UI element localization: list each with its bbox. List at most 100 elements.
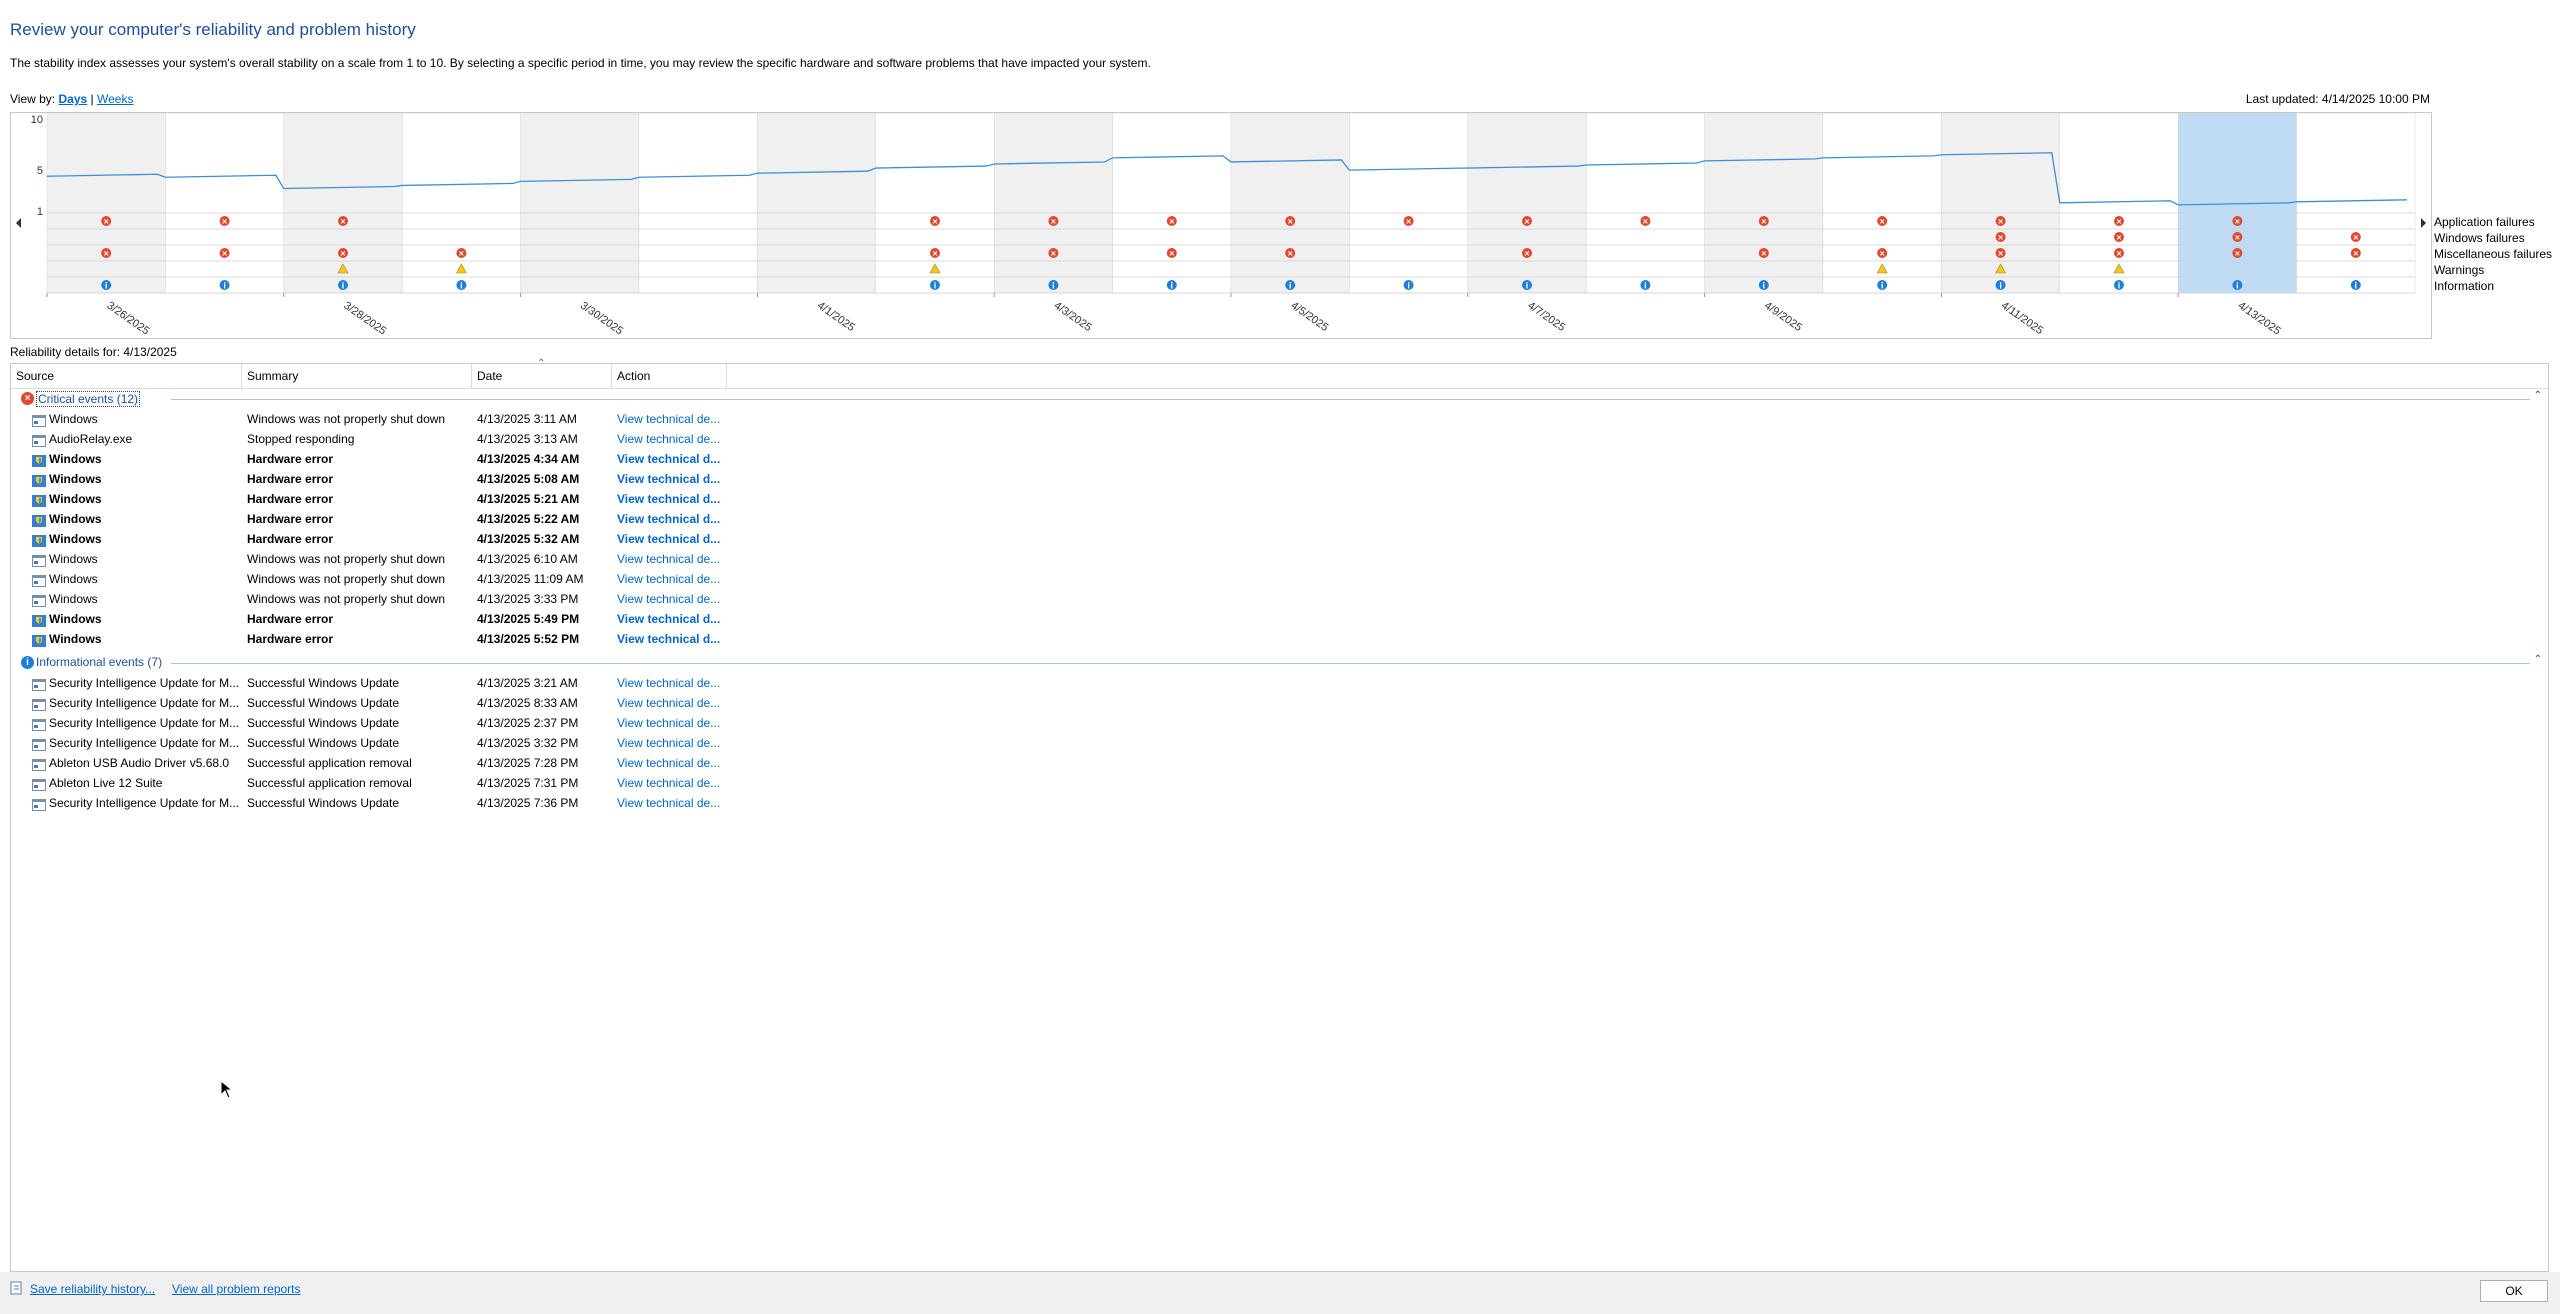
app-window-icon <box>32 799 46 811</box>
day-column[interactable] <box>46 113 166 294</box>
table-row[interactable]: Windows Windows was not properly shut dow… <box>11 569 741 589</box>
view-technical-details-link[interactable]: View technical d... <box>617 489 732 509</box>
table-row[interactable]: Security Intelligence Update for M... Suc… <box>11 673 741 693</box>
reliability-chart[interactable]: 10 5 1 × × × × × × × × × × × × × × × × × × × × × × × × × × × × × × × × × × i i… <box>10 112 2432 339</box>
view-technical-details-link[interactable]: View technical d... <box>617 629 732 649</box>
row-source: Windows <box>49 572 98 586</box>
row-icon <box>32 433 46 447</box>
day-column[interactable] <box>1112 113 1232 294</box>
info-icon-glyph: i <box>934 281 937 291</box>
collapse-icon[interactable]: ⌃ <box>2534 654 2542 665</box>
day-column[interactable] <box>520 113 640 294</box>
row-source: Ableton USB Audio Driver v5.68.0 <box>49 756 230 770</box>
error-icon-glyph: × <box>340 249 345 259</box>
table-row[interactable]: Security Intelligence Update for M... Suc… <box>11 693 741 713</box>
informational-events-label[interactable]: Informational events (7) <box>36 655 162 669</box>
column-source[interactable]: Source <box>11 364 242 388</box>
day-column[interactable] <box>757 113 877 294</box>
row-source: Security Intelligence Update for M... <box>49 676 240 690</box>
view-technical-details-link[interactable]: View technical d... <box>617 609 732 629</box>
critical-events-group[interactable]: × Critical events (12) ⌃ <box>11 390 2548 408</box>
table-row[interactable]: Ableton Live 12 Suite Successful applicat… <box>11 773 741 793</box>
row-source: Security Intelligence Update for M... <box>49 716 240 730</box>
day-column[interactable] <box>1467 113 1587 294</box>
error-icon-glyph: × <box>932 249 937 259</box>
view-technical-details-link[interactable]: View technical de... <box>617 793 732 813</box>
error-icon-glyph: × <box>932 217 937 227</box>
view-technical-details-link[interactable]: View technical de... <box>617 589 732 609</box>
view-technical-details-link[interactable]: View technical d... <box>617 469 732 489</box>
view-technical-details-link[interactable]: View technical d... <box>617 509 732 529</box>
column-action[interactable]: Action <box>612 364 727 388</box>
save-history-link[interactable]: Save reliability history... <box>30 1282 155 1296</box>
table-row[interactable]: Security Intelligence Update for M... Suc… <box>11 733 741 753</box>
app-window-icon <box>32 679 46 691</box>
table-row[interactable]: Ableton USB Audio Driver v5.68.0 Successf… <box>11 753 741 773</box>
column-summary[interactable]: Summary <box>242 364 472 388</box>
scroll-right-icon[interactable] <box>2421 218 2426 228</box>
table-row[interactable]: Windows Windows was not properly shut dow… <box>11 589 741 609</box>
table-row[interactable]: Windows Windows was not properly shut dow… <box>11 409 741 429</box>
group-divider <box>171 399 2530 400</box>
row-source: Security Intelligence Update for M... <box>49 696 240 710</box>
day-column[interactable] <box>1349 113 1469 294</box>
ok-button[interactable]: OK <box>2480 1280 2548 1302</box>
error-icon-glyph: × <box>1998 249 2003 259</box>
day-column[interactable] <box>1704 113 1824 294</box>
table-row[interactable]: Windows Hardware error 4/13/2025 5:32 AM Vi… <box>11 529 741 549</box>
y-tick-label: 1 <box>37 206 43 218</box>
table-row[interactable]: Windows Hardware error 4/13/2025 5:21 AM Vi… <box>11 489 741 509</box>
view-technical-details-link[interactable]: View technical de... <box>617 409 732 429</box>
day-column[interactable] <box>2296 113 2416 294</box>
row-icon <box>32 593 46 607</box>
view-technical-details-link[interactable]: View technical de... <box>617 713 732 733</box>
view-days-link[interactable]: Days <box>58 92 87 106</box>
details-grid[interactable]: Source Summary Date ⌃ Action × Critical … <box>10 358 2549 1272</box>
row-source: Security Intelligence Update for M... <box>49 796 240 810</box>
day-column[interactable] <box>638 113 758 294</box>
informational-events-group[interactable]: i Informational events (7) ⌃ <box>11 654 2548 672</box>
day-column[interactable] <box>993 113 1113 294</box>
day-column[interactable] <box>165 113 285 294</box>
view-technical-details-link[interactable]: View technical d... <box>617 449 732 469</box>
last-updated: Last updated: 4/14/2025 10:00 PM <box>2245 92 2430 106</box>
table-row[interactable]: Windows Hardware error 4/13/2025 5:52 PM Vi… <box>11 629 741 649</box>
table-row[interactable]: Windows Hardware error 4/13/2025 5:08 AM Vi… <box>11 469 741 489</box>
view-technical-details-link[interactable]: View technical de... <box>617 673 732 693</box>
collapse-icon[interactable]: ⌃ <box>2534 390 2542 401</box>
view-technical-details-link[interactable]: View technical de... <box>617 693 732 713</box>
hardware-shield-icon <box>32 455 46 467</box>
day-column[interactable] <box>1585 113 1705 294</box>
row-date: 4/13/2025 11:09 AM <box>477 572 584 586</box>
table-row[interactable]: Windows Hardware error 4/13/2025 4:34 AM Vi… <box>11 449 741 469</box>
row-source: AudioRelay.exe <box>49 432 133 446</box>
table-row[interactable]: Windows Hardware error 4/13/2025 5:49 PM Vi… <box>11 609 741 629</box>
view-technical-details-link[interactable]: View technical de... <box>617 773 732 793</box>
table-row[interactable]: Windows Windows was not properly shut dow… <box>11 549 741 569</box>
view-technical-details-link[interactable]: View technical de... <box>617 549 732 569</box>
info-icon-glyph: i <box>1644 281 1647 291</box>
error-icon-glyph: × <box>1169 217 1174 227</box>
view-technical-details-link[interactable]: View technical de... <box>617 733 732 753</box>
view-problem-reports-link[interactable]: View all problem reports <box>172 1282 301 1296</box>
table-row[interactable]: Security Intelligence Update for M... Suc… <box>11 713 741 733</box>
row-source: Windows <box>49 492 102 506</box>
table-row[interactable]: AudioRelay.exe Stopped responding 4/13/202… <box>11 429 741 449</box>
view-weeks-link[interactable]: Weeks <box>97 92 133 106</box>
view-technical-details-link[interactable]: View technical de... <box>617 753 732 773</box>
reliability-chart-svg[interactable]: 10 5 1 × × × × × × × × × × × × × × × × × × × × × × × × × × × × × × × × × × i i… <box>11 113 2431 338</box>
view-technical-details-link[interactable]: View technical de... <box>617 429 732 449</box>
row-summary: Successful Windows Update <box>247 676 400 690</box>
critical-events-label[interactable]: Critical events (12) <box>36 391 141 407</box>
table-row[interactable]: Windows Hardware error 4/13/2025 5:22 AM Vi… <box>11 509 741 529</box>
view-technical-details-link[interactable]: View technical d... <box>617 529 732 549</box>
row-icon <box>32 797 46 811</box>
row-icon <box>32 613 46 627</box>
table-row[interactable]: Security Intelligence Update for M... Suc… <box>11 793 741 813</box>
view-technical-details-link[interactable]: View technical de... <box>617 569 732 589</box>
view-separator: | <box>90 92 94 106</box>
view-by-label: View by: <box>10 92 56 106</box>
row-summary: Hardware error <box>247 492 334 506</box>
scroll-left-icon[interactable] <box>16 218 21 228</box>
day-column[interactable] <box>1230 113 1350 294</box>
